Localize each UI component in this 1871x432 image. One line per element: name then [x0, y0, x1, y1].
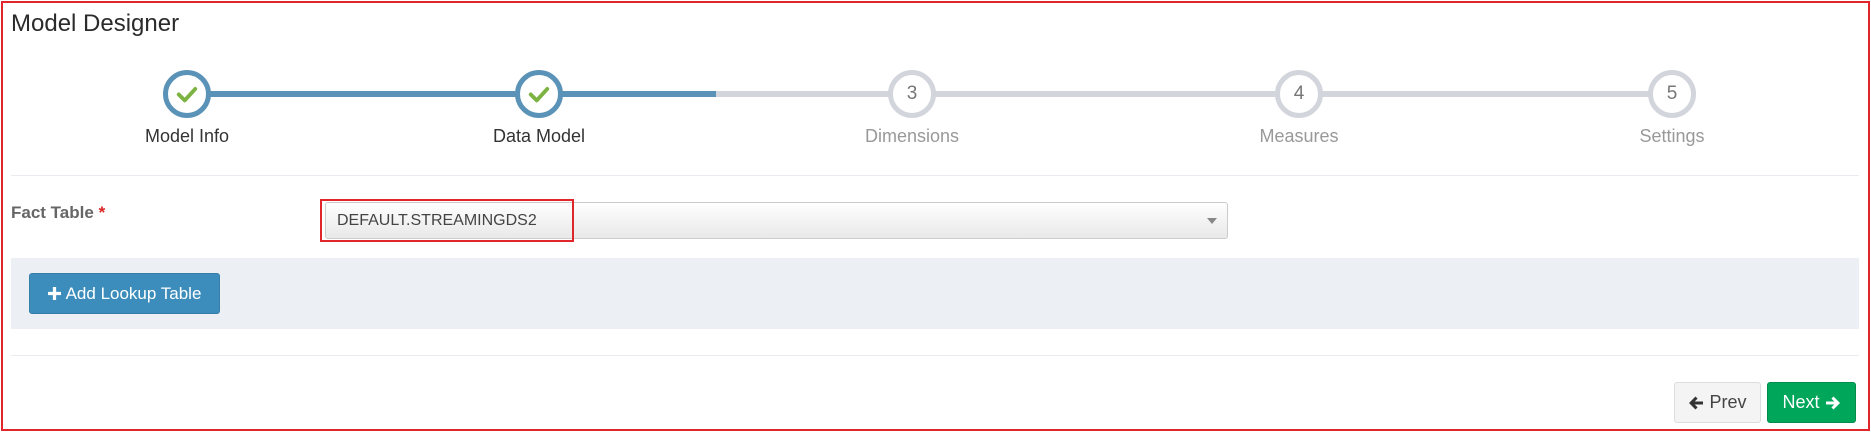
step-number: 5: [1666, 83, 1678, 104]
progress-track-complete: [187, 91, 716, 97]
wizard-step-label: Settings: [1639, 126, 1705, 146]
wizard-step-model-info[interactable]: [163, 70, 211, 118]
dropdown-arrow-icon: [1207, 218, 1217, 224]
arrow-right-icon: [1825, 396, 1840, 409]
next-button-label: Next: [1782, 392, 1820, 412]
wizard-step-data-model[interactable]: [515, 70, 563, 118]
add-lookup-table-label: Add Lookup Table: [65, 283, 202, 303]
fact-table-label-text: Fact Table: [11, 203, 94, 222]
prev-button[interactable]: Prev: [1674, 382, 1761, 423]
progress-track-pending: [716, 91, 1672, 97]
wizard-step-label: Model Info: [144, 126, 230, 146]
wizard-step-measures[interactable]: 4: [1275, 70, 1323, 118]
wizard-step-label: Dimensions: [864, 126, 960, 146]
wizard-step-label: Data Model: [492, 126, 586, 146]
footer-divider: [11, 355, 1859, 356]
arrow-left-icon: [1689, 396, 1704, 409]
section-divider: [11, 175, 1859, 176]
step-number: 3: [906, 83, 918, 104]
step-number: 4: [1293, 83, 1305, 104]
check-icon: [528, 87, 550, 103]
check-icon: [176, 87, 198, 103]
fact-table-label: Fact Table *: [11, 203, 105, 223]
fact-table-select[interactable]: DEFAULT.STREAMINGDS2: [325, 202, 1228, 239]
wizard-step-settings[interactable]: 5: [1648, 70, 1696, 118]
wizard-progress: Model Info Data Model 3 Dimensions 4 Mea…: [0, 0, 1871, 170]
wizard-step-label: Measures: [1259, 126, 1339, 146]
required-marker: *: [98, 203, 106, 222]
fact-table-selected-value: DEFAULT.STREAMINGDS2: [337, 211, 537, 229]
plus-icon: [47, 287, 61, 300]
wizard-step-dimensions[interactable]: 3: [888, 70, 936, 118]
next-button[interactable]: Next: [1767, 382, 1856, 423]
add-lookup-table-button[interactable]: Add Lookup Table: [29, 273, 220, 314]
prev-button-label: Prev: [1709, 392, 1747, 412]
lookup-table-panel: Add Lookup Table: [11, 258, 1859, 329]
